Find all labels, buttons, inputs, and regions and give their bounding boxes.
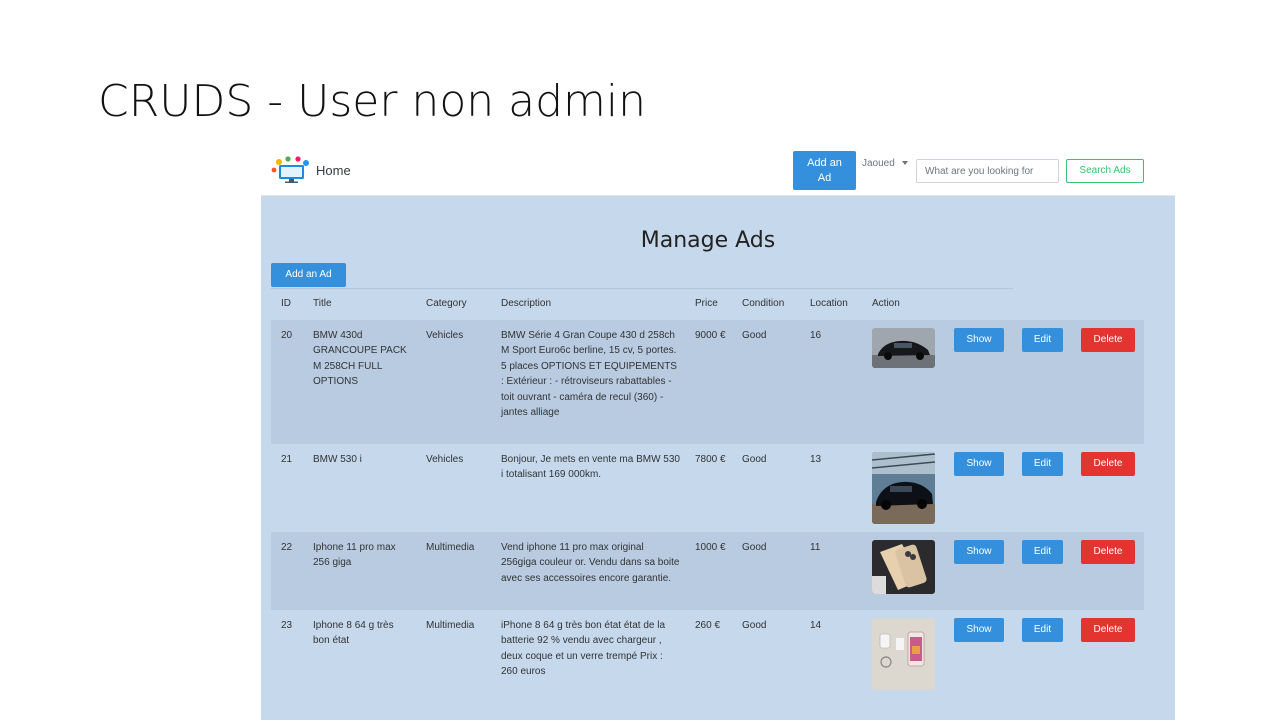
cell-condition: Good bbox=[742, 620, 767, 631]
page-title: Manage Ads bbox=[640, 228, 776, 253]
caret-down-icon[interactable] bbox=[902, 161, 908, 165]
column-header-title: Title bbox=[313, 298, 332, 309]
cell-title: Iphone 8 64 g très bon état bbox=[313, 620, 394, 647]
brand-home-link[interactable]: Home bbox=[316, 163, 351, 178]
edit-button[interactable]: Edit bbox=[1022, 328, 1063, 352]
cell-location: 13 bbox=[810, 454, 822, 465]
cell-location: 14 bbox=[810, 620, 822, 631]
ad-thumbnail-image[interactable] bbox=[872, 618, 935, 690]
ad-thumbnail-image[interactable] bbox=[872, 328, 935, 368]
cell-price: 9000 € bbox=[695, 330, 726, 341]
cell-title: BMW 530 i bbox=[313, 454, 362, 465]
cell-id: 23 bbox=[281, 620, 293, 631]
search-input[interactable] bbox=[916, 159, 1059, 183]
cell-description: BMW Série 4 Gran Coupe 430 d 258ch M Spo… bbox=[501, 330, 677, 419]
show-button[interactable]: Show bbox=[954, 328, 1004, 352]
table-row: 21 BMW 530 i Vehicles Bonjour, Je mets e… bbox=[271, 444, 1144, 532]
cell-condition: Good bbox=[742, 330, 767, 341]
table-row: 22 Iphone 11 pro max 256 giga Multimedia… bbox=[271, 532, 1144, 610]
delete-button[interactable]: Delete bbox=[1081, 540, 1135, 564]
cell-location: 16 bbox=[810, 330, 822, 341]
cell-title: Iphone 11 pro max 256 giga bbox=[313, 542, 396, 569]
cell-description: iPhone 8 64 g très bon état état de la b… bbox=[501, 620, 666, 678]
table-row: 23 Iphone 8 64 g très bon état Multimedi… bbox=[271, 610, 1144, 720]
delete-button[interactable]: Delete bbox=[1081, 328, 1135, 352]
cell-price: 260 € bbox=[695, 620, 721, 631]
brand-logo-icon[interactable] bbox=[270, 156, 312, 184]
edit-button[interactable]: Edit bbox=[1022, 452, 1063, 476]
cell-title: BMW 430d GRANCOUPE PACK M 258CH FULL OPT… bbox=[313, 330, 407, 388]
show-button[interactable]: Show bbox=[954, 618, 1004, 642]
nav-add-ad-button[interactable]: Add an Ad bbox=[793, 151, 856, 190]
column-header-price: Price bbox=[695, 298, 718, 309]
table-header-divider bbox=[271, 288, 1013, 289]
show-button[interactable]: Show bbox=[954, 452, 1004, 476]
cell-category: Multimedia bbox=[426, 542, 475, 553]
edit-button[interactable]: Edit bbox=[1022, 618, 1063, 642]
cell-category: Vehicles bbox=[426, 454, 464, 465]
cell-condition: Good bbox=[742, 454, 767, 465]
nav-add-ad-label-line2: Ad bbox=[817, 172, 832, 184]
column-header-condition: Condition bbox=[742, 298, 785, 309]
cell-category: Multimedia bbox=[426, 620, 475, 631]
cell-description: Vend iphone 11 pro max original 256giga … bbox=[501, 542, 680, 584]
ad-thumbnail-image[interactable] bbox=[872, 452, 935, 524]
delete-button[interactable]: Delete bbox=[1081, 452, 1135, 476]
column-header-location: Location bbox=[810, 298, 848, 309]
add-ad-button[interactable]: Add an Ad bbox=[271, 263, 346, 287]
navbar: Home Add an Ad Jaoued Search Ads bbox=[261, 148, 1175, 196]
cell-location: 11 bbox=[810, 542, 821, 553]
column-header-description: Description bbox=[501, 298, 552, 309]
delete-button[interactable]: Delete bbox=[1081, 618, 1135, 642]
column-header-id: ID bbox=[281, 298, 291, 309]
cell-price: 1000 € bbox=[695, 542, 726, 553]
app-screenshot: Home Add an Ad Jaoued Search Ads Manage … bbox=[261, 148, 1175, 720]
search-ads-button[interactable]: Search Ads bbox=[1066, 159, 1144, 183]
column-header-action: Action bbox=[872, 298, 900, 309]
column-header-category: Category bbox=[426, 298, 467, 309]
show-button[interactable]: Show bbox=[954, 540, 1004, 564]
cell-price: 7800 € bbox=[695, 454, 726, 465]
user-dropdown[interactable]: Jaoued bbox=[862, 158, 895, 169]
edit-button[interactable]: Edit bbox=[1022, 540, 1063, 564]
cell-condition: Good bbox=[742, 542, 767, 553]
cell-id: 22 bbox=[281, 542, 293, 553]
table-row: 20 BMW 430d GRANCOUPE PACK M 258CH FULL … bbox=[271, 320, 1144, 444]
slide-title: CRUDS - User non admin bbox=[98, 76, 646, 127]
cell-description: Bonjour, Je mets en vente ma BMW 530 i t… bbox=[501, 454, 680, 481]
cell-id: 20 bbox=[281, 330, 293, 341]
cell-id: 21 bbox=[281, 454, 293, 465]
nav-add-ad-label-line1: Add an bbox=[807, 157, 842, 169]
ad-thumbnail-image[interactable] bbox=[872, 540, 935, 594]
cell-category: Vehicles bbox=[426, 330, 464, 341]
